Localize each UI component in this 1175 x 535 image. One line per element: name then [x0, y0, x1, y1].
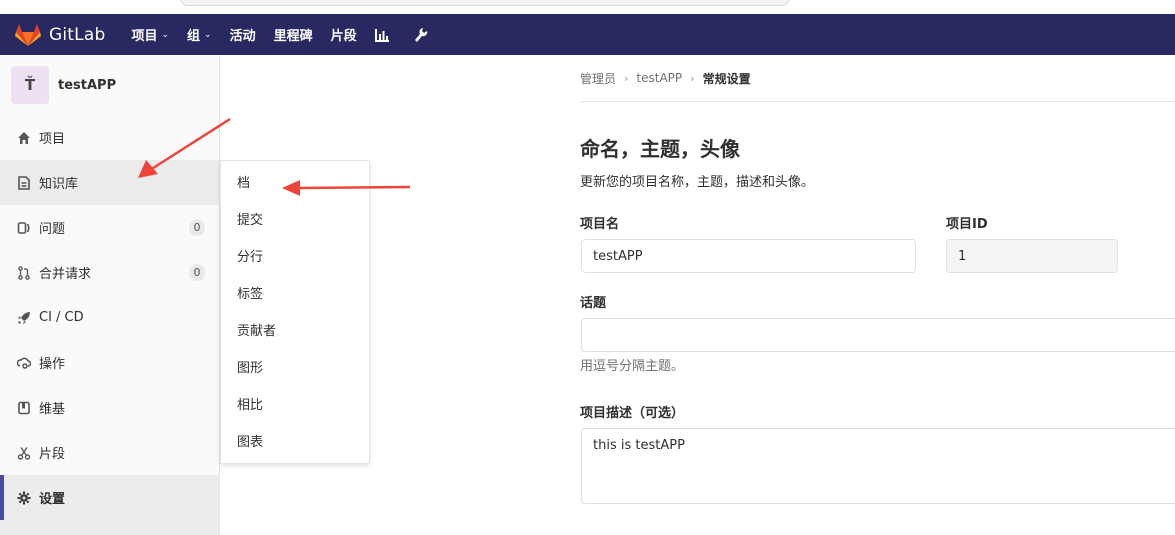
merge-requests-count-badge: 0 [189, 264, 205, 281]
breadcrumb-item-admin[interactable]: 管理员 [580, 70, 616, 87]
repository-flyout-menu: 档 提交 分行 标签 贡献者 图形 相比 图表 [220, 160, 370, 464]
wrench-icon[interactable] [413, 27, 429, 43]
scissors-icon [16, 445, 32, 461]
home-icon [16, 130, 32, 146]
section-title: 命名，主题，头像 [580, 137, 740, 161]
breadcrumb-current[interactable]: 常规设置 [703, 70, 751, 87]
project-avatar: Ť [11, 66, 49, 104]
sidebar-item-label: 片段 [39, 447, 66, 462]
topics-label: 话题 [580, 296, 607, 311]
sidebar-item-label: CI / CD [39, 310, 84, 325]
description-label: 项目描述（可选） [580, 406, 685, 421]
sidebar-item-label: 设置 [39, 492, 66, 507]
nav-projects-label: 项目 [131, 29, 158, 44]
gitlab-brand[interactable]: GitLab [15, 23, 105, 47]
sidebar-item-label: 操作 [39, 357, 66, 372]
project-header[interactable]: Ť testAPP [0, 55, 219, 115]
chart-icon[interactable] [375, 27, 391, 43]
browser-address-bar [180, 0, 790, 6]
sidebar-item-label: 合并请求 [39, 267, 92, 282]
description-textarea[interactable]: this is testAPP [581, 428, 1175, 504]
chevron-right-icon: › [690, 71, 695, 85]
sidebar-item-ci-cd[interactable]: CI / CD [0, 295, 219, 340]
document-icon [16, 175, 32, 191]
nav-activity[interactable]: 活动 [230, 25, 256, 44]
sidebar-item-label: 知识库 [39, 177, 79, 192]
chevron-down-icon: ⌄ [161, 29, 170, 40]
project-id-label: 项目ID [946, 217, 988, 232]
project-sidebar: Ť testAPP 项目 知识库 问题 0 合并请求 0 CI / CD 操作 … [0, 55, 220, 535]
project-name-label: 项目名 [580, 217, 620, 232]
chevron-right-icon: › [624, 71, 629, 85]
sidebar-item-repository[interactable]: 知识库 [0, 160, 219, 205]
settings-icon [16, 490, 32, 506]
nav-groups[interactable]: 组 ⌄ [187, 25, 212, 44]
chevron-down-icon: ⌄ [204, 29, 212, 40]
issues-icon [16, 220, 32, 236]
issues-count-badge: 0 [189, 219, 205, 236]
sidebar-item-wiki[interactable]: 维基 [0, 385, 219, 430]
flyout-item-charts[interactable]: 图表 [221, 426, 369, 463]
topics-help-text: 用逗号分隔主题。 [580, 359, 685, 374]
sidebar-item-label: 项目 [39, 132, 66, 147]
nav-groups-label: 组 [187, 29, 201, 44]
breadcrumb-item-project[interactable]: testAPP [636, 71, 682, 85]
section-description: 更新您的项目名称，主题，描述和头像。 [580, 175, 815, 190]
sidebar-item-operations[interactable]: 操作 [0, 340, 219, 385]
flyout-item-branches[interactable]: 分行 [221, 241, 369, 278]
rocket-icon [16, 310, 32, 326]
flyout-item-compare[interactable]: 相比 [221, 389, 369, 426]
sidebar-item-project[interactable]: 项目 [0, 115, 219, 160]
book-icon [16, 400, 32, 416]
sidebar-item-snippets[interactable]: 片段 [0, 430, 219, 475]
project-name-input[interactable]: testAPP [581, 239, 916, 273]
topics-input[interactable] [581, 318, 1175, 352]
top-navbar: GitLab 项目 ⌄ 组 ⌄ 活动 里程碑 片段 [0, 14, 1175, 55]
project-id-input[interactable]: 1 [946, 239, 1118, 273]
sidebar-item-label: 问题 [39, 222, 66, 237]
flyout-item-contributors[interactable]: 贡献者 [221, 315, 369, 352]
flyout-item-tags[interactable]: 标签 [221, 278, 369, 315]
nav-milestones[interactable]: 里程碑 [274, 25, 313, 44]
merge-request-icon [16, 265, 32, 281]
cloud-gear-icon [16, 355, 32, 371]
sidebar-item-label: 维基 [39, 402, 66, 417]
gitlab-logo-icon [15, 23, 41, 46]
breadcrumb: 管理员 › testAPP › 常规设置 [580, 55, 1175, 102]
browser-top-strip [0, 0, 1175, 14]
settings-submenu-partial [0, 520, 219, 535]
brand-name: GitLab [49, 24, 106, 45]
project-name: testAPP [58, 77, 117, 93]
flyout-item-commits[interactable]: 提交 [221, 204, 369, 241]
sidebar-item-issues[interactable]: 问题 0 [0, 205, 219, 250]
sidebar-item-merge-requests[interactable]: 合并请求 0 [0, 250, 219, 295]
flyout-item-graph[interactable]: 图形 [221, 352, 369, 389]
flyout-item-files[interactable]: 档 [221, 167, 369, 204]
sidebar-item-settings[interactable]: 设置 [0, 475, 219, 520]
nav-snippets[interactable]: 片段 [331, 25, 357, 44]
nav-projects[interactable]: 项目 ⌄ [131, 25, 169, 44]
